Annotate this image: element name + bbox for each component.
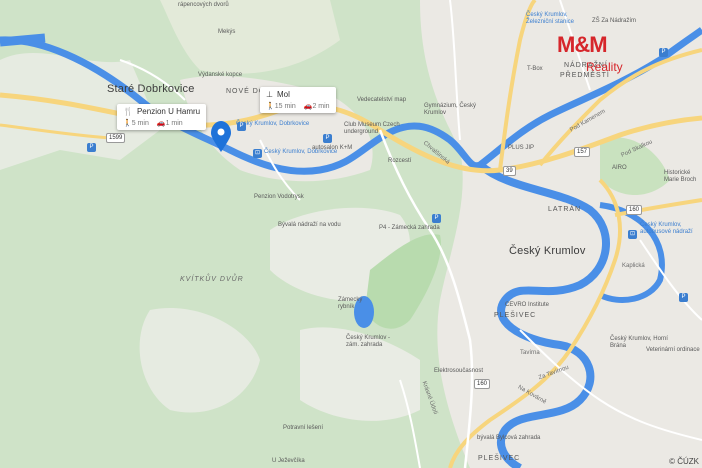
label-t-box: T-Box <box>527 66 543 72</box>
label-rapencovych: rápencových dvorů <box>178 2 229 8</box>
label-plesivec-2: PLEŠIVEC <box>478 455 521 462</box>
label-autosalon: autosalon K+M <box>312 145 353 151</box>
label-cevro: CEVRO Institute <box>505 302 550 308</box>
label-zamecky: Zámecký rybník <box>338 297 363 310</box>
parking-icon[interactable]: P <box>87 143 96 152</box>
label-byvala: Bývalá nádraží na vodu <box>278 222 341 228</box>
label-kvitkuv: KVÍTKŮV DVŮR <box>180 276 244 283</box>
road-shield-39: 39 <box>503 166 516 176</box>
walk-icon: 🚶5 min <box>123 120 149 127</box>
road-shield-160a: 160 <box>626 205 643 215</box>
walk-icon: 🚶15 min <box>266 103 296 110</box>
label-penzion-vodotrysk: Penzion Vodotrysk <box>254 194 304 200</box>
car-icon: 🚗1 min <box>156 120 183 127</box>
label-elektro: Elektrosoučasnost <box>434 368 484 374</box>
label-cesky-krumlov: Český Krumlov <box>509 245 586 257</box>
label-potravni: Potravní lešení <box>283 425 324 431</box>
stream-west <box>0 33 46 47</box>
parking-icon[interactable]: P <box>323 134 332 143</box>
brand-logo: M&M Reality <box>557 32 623 75</box>
label-mekys: Mekýs <box>218 29 236 35</box>
label-rozcesti: Rozcestí <box>388 158 412 164</box>
parking-icon[interactable]: P <box>237 122 246 131</box>
label-bylcoka: bývalá Bylcová zahrada <box>477 435 541 441</box>
penzion-title: Penzion U Hamru <box>136 107 201 116</box>
label-plus-jip: PLUS JIP <box>508 145 535 151</box>
label-vedeckovani: Vedecatelství map <box>357 97 407 103</box>
parking-icon[interactable]: P <box>659 48 668 57</box>
label-gymnazium: Gymnázium, Český Krumlov <box>424 103 477 116</box>
road-shield-1599: 1599 <box>106 133 126 143</box>
mol-drive-time: 2 min <box>312 103 330 110</box>
label-tavirna: Tavírna <box>520 350 540 356</box>
label-kaplicka: Kaplická <box>622 263 645 269</box>
label-zahrada: Český Krumlov - zám. zahrada <box>346 335 391 348</box>
label-stare-dobrkovice: Staré Dobrkovice <box>107 83 195 95</box>
sitemap-icon: ⊥ <box>266 90 273 99</box>
label-krumlov-autobus: Český Krumlov, autobusové nádraží <box>640 222 693 235</box>
penzion-callout[interactable]: 🍴 Penzion U Hamru 🚶5 min 🚗1 min <box>117 104 207 130</box>
fork-knife-icon: 🍴 <box>123 107 133 116</box>
penzion-walk-time: 5 min <box>131 120 149 127</box>
label-historicka: Historické Marie Broch <box>664 170 697 183</box>
label-club: Club Museum Czech underground <box>344 122 400 135</box>
brand-name: M&M <box>557 32 608 57</box>
label-latran: LATRÁN <box>548 206 582 213</box>
bus-icon[interactable]: ⊡ <box>253 149 262 158</box>
label-airo: AIRO <box>612 165 627 171</box>
label-p4: P4 - Zámecká zahrada <box>379 225 440 231</box>
penzion-drive-time: 1 min <box>165 120 183 127</box>
label-vetarinarni: Veterinární ordinace <box>646 347 700 353</box>
brand-sub: Reality <box>586 60 623 74</box>
label-plesivec: PLEŠIVEC <box>494 312 537 319</box>
car-icon: 🚗2 min <box>303 103 330 110</box>
label-zeleznicni: Český Krumlov, Železniční stanice <box>526 12 575 25</box>
parking-icon[interactable]: P <box>432 214 441 223</box>
label-u-jezevcika: U Ježevčíka <box>272 458 305 464</box>
copyright: © ČÚZK <box>669 457 699 466</box>
bus-icon[interactable]: ⊡ <box>628 230 637 239</box>
mol-title: Mol <box>276 90 290 99</box>
mol-callout[interactable]: ⊥ Mol 🚶15 min 🚗2 min <box>260 87 336 113</box>
road-shield-160b: 160 <box>474 379 491 389</box>
label-zs-nadrazi: ZŠ Za Nádražím <box>592 18 637 24</box>
road-shield-157: 157 <box>574 147 591 157</box>
parking-icon[interactable]: P <box>679 293 688 302</box>
label-cesky-dob-1: Český Krumlov, Dobrkovice <box>236 121 310 127</box>
label-vydanske: Výdanské kopce <box>198 72 243 78</box>
mol-walk-time: 15 min <box>274 103 296 110</box>
